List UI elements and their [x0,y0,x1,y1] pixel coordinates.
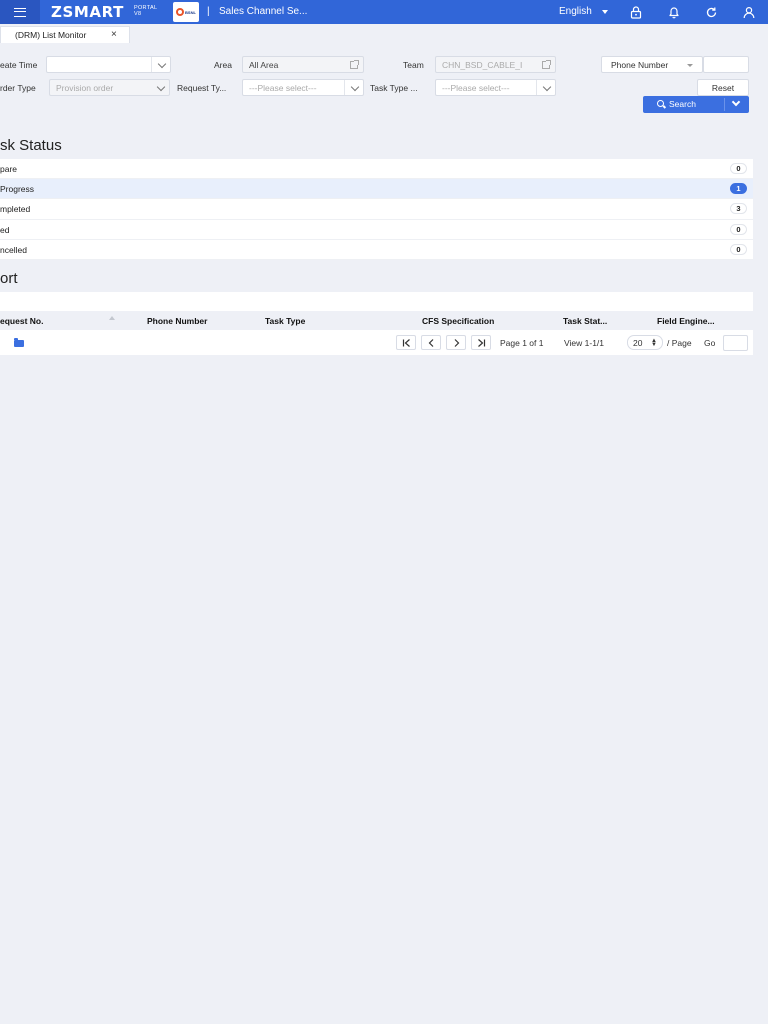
team-field[interactable]: CHN_BSD_CABLE_I [435,56,556,73]
tab-drm-list-monitor[interactable]: (DRM) List Monitor × [0,26,130,43]
status-count-badge: 3 [730,203,747,215]
brand-subtitle: PORTAL V8 [134,5,158,17]
report-toolbar [0,292,753,311]
page-size-select[interactable]: 20 ▲ ▼ [627,335,663,350]
menu-button[interactable] [0,0,40,24]
bell-icon[interactable] [666,4,682,20]
request-type-label: Request Ty... [177,83,227,93]
column-request-no[interactable]: equest No. [0,316,43,326]
view-range: View 1-1/1 [564,338,605,348]
go-label: Go [704,338,716,348]
user-icon[interactable] [741,4,757,20]
column-field-engineer[interactable]: Field Engine... [657,316,715,326]
phone-number-select[interactable]: Phone Number [601,56,703,73]
folder-icon[interactable] [14,338,24,347]
language-select[interactable]: English [559,6,592,17]
create-time-label: eate Time [0,60,38,70]
title-separator: | [207,6,210,17]
chevron-down-icon[interactable] [731,97,741,107]
external-select-icon[interactable] [350,60,359,69]
status-count-badge: 1 [730,183,747,195]
last-page-button[interactable] [471,335,491,350]
go-page-input[interactable] [723,335,748,351]
hamburger-icon [14,7,26,17]
status-item-failed[interactable]: ed 0 [0,220,753,240]
caret-down-icon[interactable] [687,64,693,67]
reset-button[interactable]: Reset [697,79,749,96]
area-label: Area [214,60,232,70]
column-cfs-specification[interactable]: CFS Specification [422,316,494,326]
status-item-completed[interactable]: mpleted 3 [0,199,753,220]
area-field[interactable]: All Area [242,56,364,73]
column-task-status[interactable]: Task Stat... [563,316,607,326]
external-select-icon[interactable] [542,60,551,69]
refresh-icon[interactable] [703,4,719,20]
page-indicator: Page 1 of 1 [500,338,544,348]
status-item-in-progress[interactable]: Progress 1 [0,179,753,200]
next-page-button[interactable] [446,335,466,350]
task-status-title: sk Status [0,137,62,154]
close-icon[interactable]: × [111,29,117,40]
column-phone-number[interactable]: Phone Number [147,316,207,326]
top-bar: ZSMART PORTAL V8 BSNL | Sales Channel Se.… [0,0,768,24]
tab-strip: (DRM) List Monitor × [0,24,768,43]
task-type-label: Task Type ... [370,83,418,93]
app-title[interactable]: Sales Channel Se... [219,6,307,17]
lock-icon[interactable] [628,4,644,20]
updown-icon: ▲ ▼ [651,338,657,348]
chevron-down-icon[interactable] [350,82,360,92]
prev-page-button[interactable] [421,335,441,350]
order-type-label: rder Type [0,83,36,93]
request-type-select[interactable]: ---Please select--- [242,79,364,96]
chevron-down-icon[interactable] [157,59,167,69]
status-count-badge: 0 [730,243,747,255]
caret-down-icon[interactable] [602,10,608,14]
sort-icon[interactable] [109,316,115,320]
first-page-button[interactable] [396,335,416,350]
column-task-type[interactable]: Task Type [265,316,305,326]
search-button[interactable]: Search [643,96,749,113]
status-count-badge: 0 [730,223,747,235]
status-count-badge: 0 [730,163,747,174]
chevron-down-icon[interactable] [542,82,552,92]
tab-label: (DRM) List Monitor [15,30,87,40]
team-label: Team [403,60,424,70]
status-item-prepare[interactable]: pare 0 [0,159,753,180]
order-type-field[interactable]: Provision order [49,79,170,96]
phone-number-input[interactable] [703,56,749,73]
company-logo: BSNL [173,2,199,22]
report-title: ort [0,270,18,287]
per-page-label: / Page [667,338,692,348]
task-status-list: pare 0 Progress 1 mpleted 3 ed 0 ncelled… [0,159,753,260]
chevron-down-icon[interactable] [156,82,166,92]
create-time-field[interactable] [46,56,171,73]
status-item-cancelled[interactable]: ncelled 0 [0,240,753,260]
brand-logo: ZSMART [51,3,124,21]
table-header: equest No. Phone Number Task Type CFS Sp… [0,311,753,330]
search-icon [657,100,664,107]
pagination-bar: Page 1 of 1 View 1-1/1 20 ▲ ▼ / Page Go [0,330,753,355]
task-type-select[interactable]: ---Please select--- [435,79,556,96]
